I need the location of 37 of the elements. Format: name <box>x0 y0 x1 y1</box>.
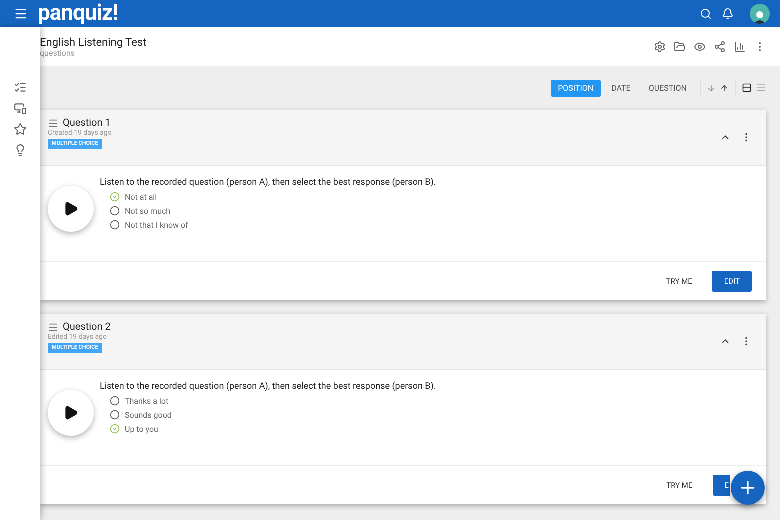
menu-icon[interactable] <box>14 6 28 20</box>
drag-handle-icon[interactable] <box>48 118 59 129</box>
quiz-subtitle: questions <box>40 48 76 58</box>
play-button[interactable] <box>48 390 94 436</box>
play-icon <box>63 201 79 217</box>
question-prompt: Listen to the recorded question (person A), then select the best response (person B). <box>100 178 436 188</box>
answer-text: Up to you <box>125 424 158 434</box>
lightbulb-icon[interactable] <box>14 144 26 157</box>
answer-text: Not so much <box>125 206 171 216</box>
share-icon[interactable] <box>714 40 726 52</box>
answer-text: Thanks a lot <box>125 396 169 406</box>
checklist-icon[interactable] <box>14 81 26 94</box>
folder-icon[interactable] <box>674 40 686 52</box>
question-title: Question 1 <box>63 118 111 129</box>
sort-tab[interactable]: QUESTION <box>642 80 694 96</box>
bell-icon[interactable] <box>722 8 734 20</box>
arrow-down-icon[interactable] <box>707 84 716 92</box>
logo: panquiz! <box>38 1 118 26</box>
settings-icon[interactable] <box>654 40 666 52</box>
quiz-title: English Listening Test <box>40 36 148 48</box>
bar-chart-icon[interactable] <box>734 40 746 52</box>
play-icon <box>63 405 79 421</box>
question-title: Question 2 <box>63 322 111 333</box>
answer-text: Not at all <box>125 192 158 202</box>
search-icon[interactable] <box>700 8 712 20</box>
sort-tab[interactable]: DATE <box>604 80 638 96</box>
question-prompt: Listen to the recorded question (person A), then select the best response (person B). <box>100 382 436 392</box>
answer-text: Sounds good <box>125 410 172 420</box>
play-button[interactable] <box>48 186 94 232</box>
answer-text: Not that I know of <box>125 220 188 230</box>
drag-handle-icon[interactable] <box>48 322 59 333</box>
card-view-icon[interactable] <box>742 83 752 93</box>
star-icon[interactable] <box>14 123 26 136</box>
avatar-icon[interactable] <box>750 4 770 24</box>
arrow-up-icon[interactable] <box>720 84 729 92</box>
eye-icon[interactable] <box>694 40 706 52</box>
devices-icon[interactable] <box>14 102 26 115</box>
